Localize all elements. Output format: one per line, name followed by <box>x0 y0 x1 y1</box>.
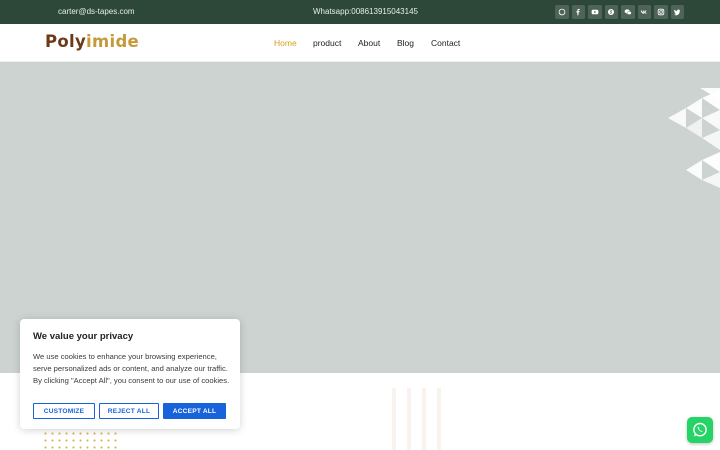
nav-item-product[interactable]: product <box>313 38 341 48</box>
customize-button[interactable]: CUSTOMIZE <box>33 403 95 419</box>
nav-item-home[interactable]: Home <box>274 38 297 48</box>
nav-item-blog[interactable]: Blog <box>397 38 414 48</box>
cookie-buttons: CUSTOMIZE REJECT ALL ACCEPT ALL <box>33 403 226 419</box>
twitter-icon[interactable] <box>670 5 684 19</box>
wechat-icon[interactable] <box>621 5 635 19</box>
vk-icon[interactable] <box>637 5 651 19</box>
whatsapp-icon[interactable] <box>555 5 569 19</box>
contact-phone[interactable]: Whatsapp:008613915043145 <box>313 7 418 16</box>
instagram-icon[interactable] <box>654 5 668 19</box>
decorative-dots <box>42 430 117 450</box>
accept-all-button[interactable]: ACCEPT ALL <box>163 403 226 419</box>
cookie-consent-banner: We value your privacy We use cookies to … <box>20 319 240 429</box>
whatsapp-chat-button[interactable] <box>687 417 713 443</box>
decorative-stripes <box>392 388 452 450</box>
reject-all-button[interactable]: REJECT ALL <box>99 403 159 419</box>
decorative-triangles <box>668 88 720 188</box>
facebook-icon[interactable] <box>571 5 585 19</box>
whatsapp-icon <box>693 422 707 437</box>
cookie-title: We value your privacy <box>33 331 134 342</box>
site-header: Polyimide Home product About Blog Contac… <box>0 24 720 62</box>
skype-icon[interactable] <box>604 5 618 19</box>
social-links <box>555 5 684 19</box>
top-bar: carter@ds-tapes.com Whatsapp:00861391504… <box>0 0 720 24</box>
contact-email[interactable]: carter@ds-tapes.com <box>58 7 135 16</box>
cookie-text: We use cookies to enhance your browsing … <box>33 352 230 385</box>
nav-item-about[interactable]: About <box>358 38 380 48</box>
nav-item-contact[interactable]: Contact <box>431 38 460 48</box>
main-nav: Home product About Blog Contact <box>0 38 720 50</box>
youtube-icon[interactable] <box>588 5 602 19</box>
